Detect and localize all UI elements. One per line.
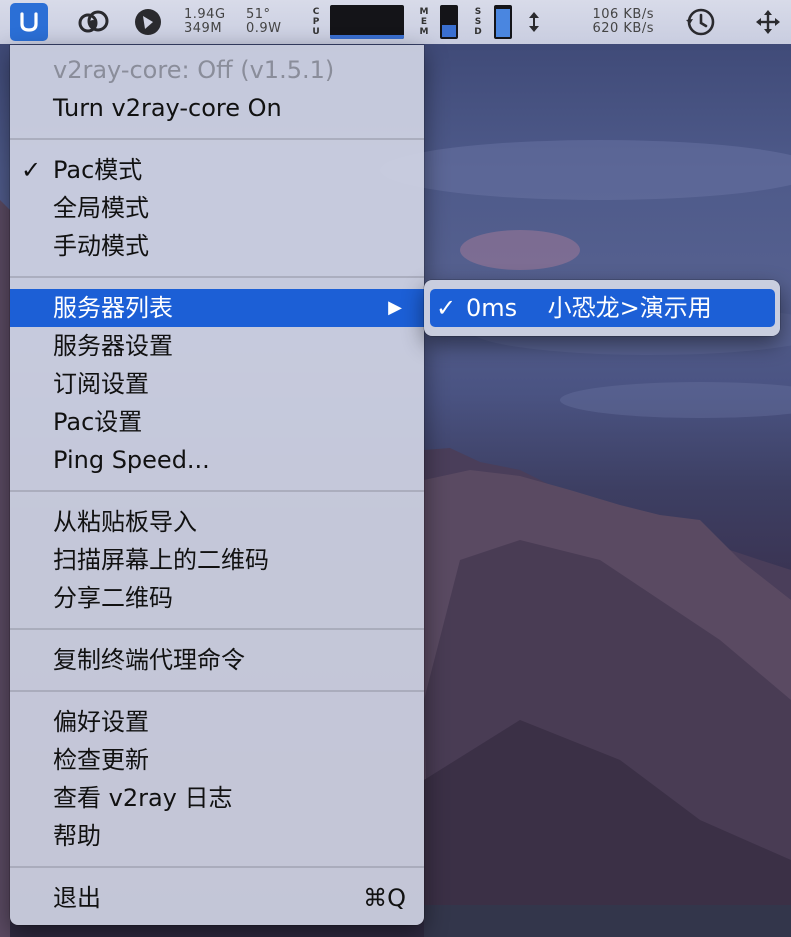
menu-bar: 1.94G 349M 51° 0.9W CPU MEM SSD 106 KB/s [0,0,791,44]
menu-separator [10,690,424,692]
menu-separator [10,628,424,630]
quit-shortcut: ⌘Q [363,884,406,912]
memory-line1: 1.94G [184,7,226,22]
menu-item-global-mode[interactable]: 全局模式 [10,189,424,227]
time-machine-icon[interactable] [678,0,722,44]
mem-label-text: MEM [419,7,429,37]
menu-item-scan-qr[interactable]: 扫描屏幕上的二维码 [10,541,424,579]
sensor-line1: 51° [246,7,271,22]
menu-separator [10,138,424,140]
cpu-label: CPU [306,0,326,44]
network-arrows-icon [522,0,546,44]
ssd-label-text: SSD [473,7,483,37]
creative-cloud-icon[interactable] [74,0,114,44]
menu-item-ping-speed[interactable]: Ping Speed... [10,441,424,479]
subscription-settings-label: 订阅设置 [53,370,149,398]
copy-terminal-proxy-label: 复制终端代理命令 [53,646,245,674]
menu-item-status: v2ray-core: Off (v1.5.1) [10,51,424,89]
memory-line2: 349M [184,21,223,36]
menu-separator [10,276,424,278]
v2rayu-app-icon[interactable] [10,3,48,41]
global-mode-label: 全局模式 [53,194,149,222]
help-label: 帮助 [53,822,101,850]
shield-icon[interactable] [128,0,168,44]
menu-item-help[interactable]: 帮助 [10,817,424,855]
quit-label: 退出 [53,884,101,912]
net-down: 620 KB/s [592,21,654,36]
menu-item-manual-mode[interactable]: 手动模式 [10,227,424,265]
memory-stats[interactable]: 1.94G 349M [184,0,246,44]
status-label: v2ray-core: Off (v1.5.1) [53,56,335,84]
submenu-arrow-icon: ▶ [388,297,402,318]
menu-item-quit[interactable]: 退出 ⌘Q [10,879,424,917]
memory-bar-icon[interactable] [438,0,460,44]
menu-item-subscription-settings[interactable]: 订阅设置 [10,365,424,403]
mem-label: MEM [414,0,434,44]
scan-qr-label: 扫描屏幕上的二维码 [53,546,269,574]
sensor-line2: 0.9W [246,21,282,36]
menu-item-copy-terminal-proxy[interactable]: 复制终端代理命令 [10,641,424,679]
menu-item-import-clipboard[interactable]: 从粘贴板导入 [10,503,424,541]
manual-mode-label: 手动模式 [53,232,149,260]
net-up: 106 KB/s [592,7,654,22]
check-updates-label: 检查更新 [53,746,149,774]
menu-item-share-qr[interactable]: 分享二维码 [10,579,424,617]
server-item-label: 0ms 小恐龙>演示用 [466,294,712,322]
checkmark-icon: ✓ [436,294,457,322]
menu-item-server-list[interactable]: 服务器列表 ▶ [10,289,424,327]
server-list-submenu: ✓ 0ms 小恐龙>演示用 [424,280,780,336]
menu-item-server-settings[interactable]: 服务器设置 [10,327,424,365]
network-speed[interactable]: 106 KB/s 620 KB/s [568,0,654,44]
pac-settings-label: Pac设置 [53,408,143,436]
pac-mode-label: Pac模式 [53,156,143,184]
menu-item-pac-mode[interactable]: ✓ Pac模式 [10,151,424,189]
disk-bar-icon[interactable] [492,0,514,44]
sensor-stats[interactable]: 51° 0.9W [246,0,300,44]
ssd-label: SSD [468,0,488,44]
import-clipboard-label: 从粘贴板导入 [53,508,197,536]
menu-item-turn-on[interactable]: Turn v2ray-core On [10,89,424,127]
menu-item-pac-settings[interactable]: Pac设置 [10,403,424,441]
server-list-label: 服务器列表 [53,294,173,322]
menu-separator [10,490,424,492]
submenu-item-server[interactable]: ✓ 0ms 小恐龙>演示用 [430,289,775,327]
menu-item-view-log[interactable]: 查看 v2ray 日志 [10,779,424,817]
view-log-label: 查看 v2ray 日志 [53,784,233,812]
turn-on-label: Turn v2ray-core On [53,94,282,122]
cpu-label-text: CPU [311,7,321,37]
v2rayu-dropdown-menu: v2ray-core: Off (v1.5.1) Turn v2ray-core… [10,45,424,925]
menu-item-check-updates[interactable]: 检查更新 [10,741,424,779]
cpu-graph-icon[interactable] [329,0,405,44]
ping-speed-label: Ping Speed... [53,446,210,474]
move-arrows-icon[interactable] [748,0,788,44]
menu-separator [10,866,424,868]
preferences-label: 偏好设置 [53,708,149,736]
checkmark-icon: ✓ [21,156,42,184]
server-settings-label: 服务器设置 [53,332,173,360]
share-qr-label: 分享二维码 [53,584,173,612]
menu-item-preferences[interactable]: 偏好设置 [10,703,424,741]
